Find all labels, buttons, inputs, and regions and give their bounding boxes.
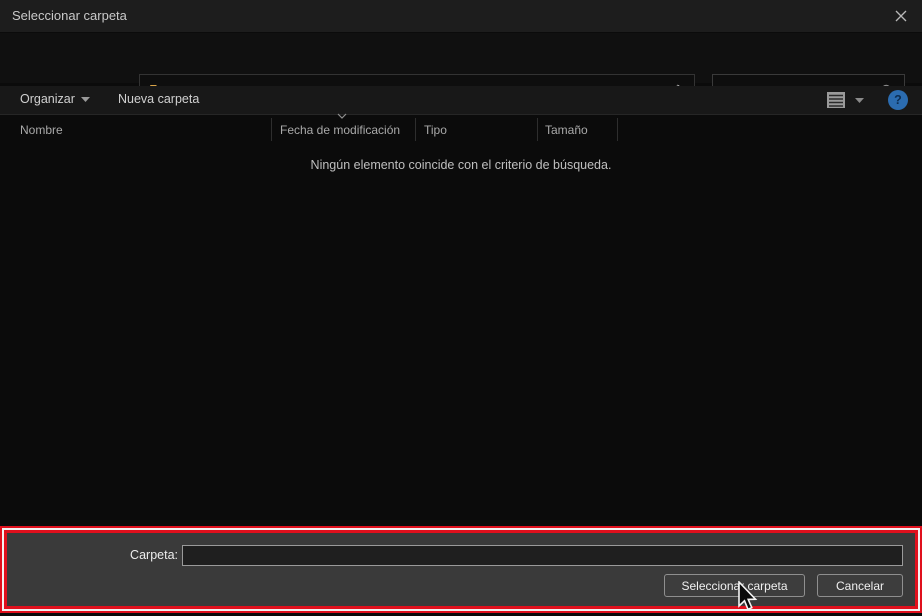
close-button[interactable]: [888, 4, 914, 28]
folder-field-label: Carpeta:: [130, 548, 178, 562]
select-folder-dialog: Seleccionar carpeta ← → ↑: [0, 0, 922, 616]
column-divider[interactable]: [537, 118, 538, 141]
command-toolbar: Organizar Nueva carpeta ?: [0, 86, 922, 115]
organize-label: Organizar: [20, 92, 75, 106]
footer-panel: [4, 530, 918, 609]
empty-list-message: Ningún elemento coincide con el criterio…: [310, 158, 612, 172]
column-divider[interactable]: [415, 118, 416, 141]
list-column-headers: Nombre Fecha de modificación Tipo Tamaño: [0, 113, 922, 142]
sort-ascending-icon: [337, 113, 347, 119]
cancel-button[interactable]: Cancelar: [817, 574, 903, 597]
mouse-cursor-icon: [737, 581, 759, 613]
help-icon: ?: [894, 93, 902, 107]
help-button[interactable]: ?: [888, 90, 908, 110]
column-header-fecha[interactable]: Fecha de modificación: [280, 123, 400, 137]
new-folder-button[interactable]: Nueva carpeta: [118, 92, 199, 106]
navigation-bar: ← → ↑ Descargas: [0, 33, 922, 108]
title-bar: Seleccionar carpeta: [0, 0, 922, 32]
column-divider[interactable]: [617, 118, 618, 141]
select-folder-label: Seleccionar carpeta: [681, 578, 788, 593]
highlight-annotation-white-ring: [2, 528, 920, 611]
window-title: Seleccionar carpeta: [12, 8, 127, 23]
column-divider[interactable]: [271, 118, 272, 141]
chevron-down-icon: [855, 98, 864, 103]
close-icon: [895, 10, 907, 22]
highlight-annotation-box: [0, 526, 922, 613]
organize-menu-button[interactable]: Organizar: [20, 92, 90, 106]
column-header-tamano[interactable]: Tamaño: [545, 123, 588, 137]
view-mode-button[interactable]: [826, 91, 846, 109]
column-header-nombre[interactable]: Nombre: [20, 123, 63, 137]
new-folder-label: Nueva carpeta: [118, 92, 200, 106]
view-mode-dropdown[interactable]: [855, 98, 864, 103]
cancel-label: Cancelar: [835, 578, 885, 593]
folder-name-input[interactable]: [182, 545, 903, 566]
select-folder-button[interactable]: Seleccionar carpeta: [664, 574, 805, 597]
dropdown-caret-icon: [80, 96, 90, 102]
column-header-tipo[interactable]: Tipo: [424, 123, 447, 137]
details-view-icon: [827, 92, 845, 108]
